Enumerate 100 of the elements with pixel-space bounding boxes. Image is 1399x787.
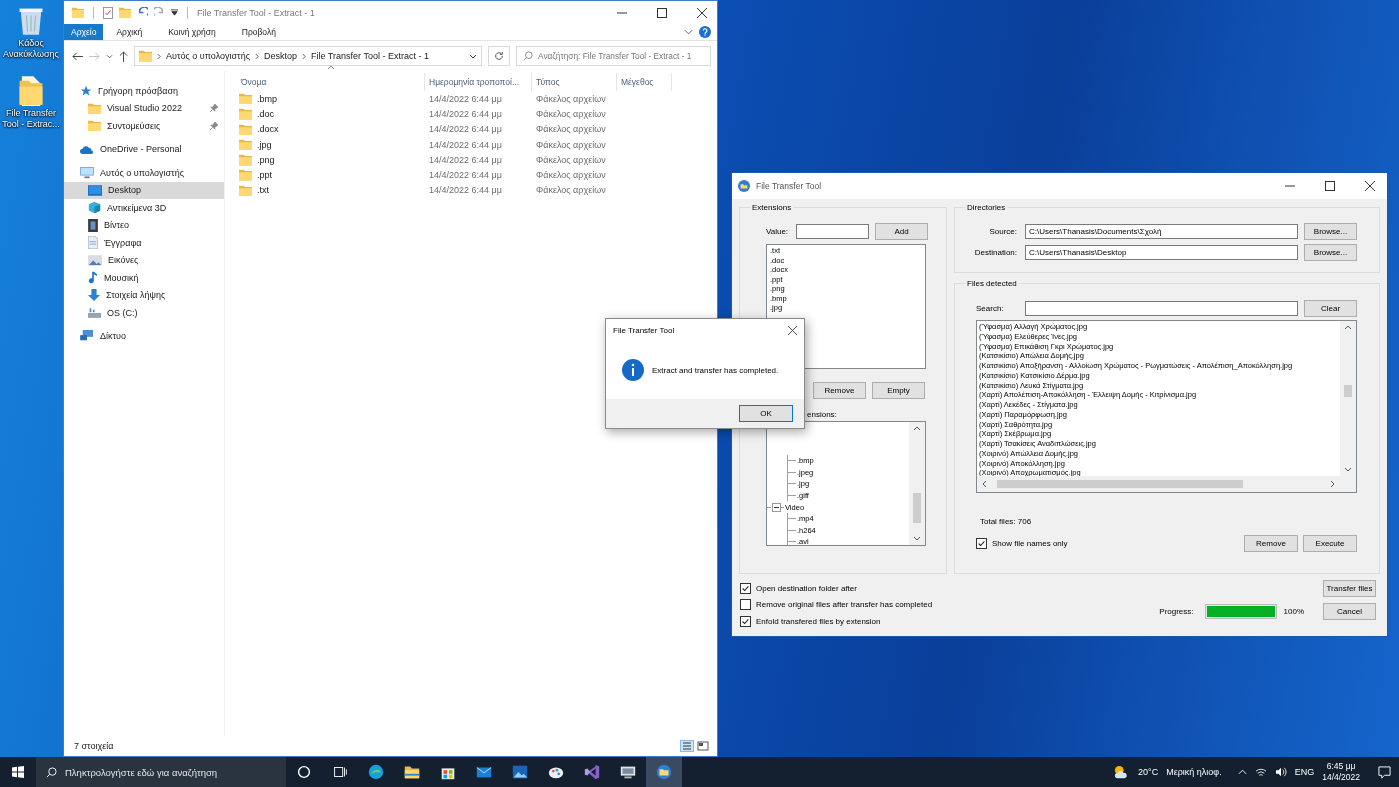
- ok-button[interactable]: OK: [739, 405, 793, 422]
- desktop-icon-label[interactable]: File Transfer Tool - Extrac...: [0, 108, 62, 130]
- nav-item[interactable]: Εικόνες: [64, 251, 224, 269]
- back-arrow-icon[interactable]: [72, 51, 83, 61]
- field-label: Destination:: [973, 247, 1017, 257]
- search-field[interactable]: Αναζήτηση: File Transfer Tool - Extract - 1: [516, 46, 711, 66]
- folder-name[interactable]: .txt: [257, 185, 269, 196]
- action-button[interactable]: Empty: [872, 381, 925, 399]
- browser-icon: [367, 763, 385, 781]
- horizontal-scrollbar[interactable]: [977, 476, 1340, 492]
- input-field[interactable]: [796, 223, 869, 239]
- nav-item[interactable]: Μουσική: [64, 269, 224, 287]
- desktop-icon-label[interactable]: Κάδος Ανακύκλωσης: [0, 38, 62, 60]
- scrollbar-thumb[interactable]: [996, 480, 1243, 488]
- language-indicator[interactable]: ENG: [1294, 767, 1315, 777]
- transfer-button[interactable]: Transfer files: [1323, 580, 1376, 597]
- chevron-icon[interactable]: [302, 52, 307, 60]
- checkbox[interactable]: [976, 538, 987, 549]
- refresh-button[interactable]: [488, 46, 510, 66]
- nav-item[interactable]: Έγγραφα: [64, 234, 224, 252]
- dropdown-caret-icon[interactable]: [469, 53, 477, 59]
- breadcrumb[interactable]: Desktop: [264, 51, 298, 61]
- folder-name[interactable]: .ppt: [257, 170, 272, 181]
- chevron-icon[interactable]: [157, 52, 161, 60]
- table-cell-text: Φάκελος αρχείων: [535, 170, 607, 181]
- folder-name[interactable]: .doc: [257, 108, 274, 119]
- browse-button[interactable]: Browse...: [1304, 243, 1357, 261]
- temperature-text[interactable]: 20°C: [1138, 767, 1159, 777]
- table-cell-text: Φάκελος αρχείων: [535, 154, 607, 165]
- nav-item[interactable]: Στοιχεία λήψης: [64, 286, 224, 304]
- help-icon[interactable]: [699, 26, 711, 38]
- undo-icon[interactable]: [137, 7, 148, 18]
- search-field[interactable]: [1025, 300, 1298, 316]
- vertical-scrollbar[interactable]: [1340, 321, 1356, 476]
- speaker-icon[interactable]: [1274, 767, 1287, 777]
- checkbox[interactable]: [740, 582, 751, 594]
- nav-item[interactable]: Αντικείμενα 3D: [64, 199, 224, 217]
- nav-item[interactable]: OS (C:): [64, 304, 224, 322]
- input-field[interactable]: C:\Users\Thanasis\Desktop: [1025, 244, 1298, 260]
- vertical-scrollbar[interactable]: [909, 422, 925, 545]
- column-header[interactable]: Μέγεθος: [617, 73, 672, 91]
- film-icon: [88, 218, 98, 232]
- weather-text[interactable]: Μερική ηλιοφ.: [1166, 767, 1222, 777]
- folder-name[interactable]: .png: [257, 154, 275, 165]
- action-button[interactable]: Remove: [813, 381, 866, 399]
- folder-icon: [88, 120, 101, 132]
- clear-button[interactable]: Clear: [1304, 299, 1357, 317]
- taskbar-button[interactable]: [646, 757, 682, 787]
- add-button[interactable]: Add: [875, 222, 928, 240]
- nav-item[interactable]: Συντομεύσεις: [64, 117, 224, 135]
- folder-name[interactable]: .bmp: [257, 93, 277, 104]
- scrollbar-thumb[interactable]: [1344, 385, 1352, 398]
- checkbox-label: Enfold transfered files by extension: [756, 616, 881, 626]
- chevron-icon[interactable]: [255, 52, 259, 60]
- wifi-icon[interactable]: [1254, 767, 1267, 777]
- nav-item[interactable]: OneDrive - Personal: [64, 140, 224, 158]
- chevron-icon[interactable]: [684, 29, 693, 35]
- folder-icon[interactable]: [17, 74, 45, 106]
- tiles-view-icon[interactable]: [697, 741, 709, 751]
- close-icon[interactable]: [1365, 181, 1375, 191]
- maximize-icon[interactable]: [1325, 181, 1335, 191]
- folder-name[interactable]: .jpg: [257, 139, 272, 150]
- folder-name[interactable]: .docx: [257, 124, 279, 135]
- ribbon-tab[interactable]: Προβολή: [228, 24, 289, 40]
- caret-icon[interactable]: [171, 9, 178, 16]
- column-header[interactable]: Όνομα: [239, 73, 425, 91]
- ribbon-tab[interactable]: Κοινή χρήση: [155, 24, 229, 40]
- maximize-icon[interactable]: [657, 7, 667, 18]
- collapse-icon[interactable]: [772, 502, 781, 512]
- checkbox[interactable]: [740, 615, 751, 627]
- search-field[interactable]: Πληκτρολογήστε εδώ για αναζήτηση: [36, 757, 286, 787]
- close-icon[interactable]: [788, 325, 797, 335]
- cancel-button[interactable]: Cancel: [1323, 603, 1376, 620]
- browse-button[interactable]: Browse...: [1304, 222, 1357, 240]
- address-bar[interactable]: Αυτός ο υπολογιστής Desktop File Transfer Tool - Extract - 1: [134, 46, 482, 66]
- breadcrumb[interactable]: Αυτός ο υπολογιστής: [166, 51, 250, 61]
- breadcrumb[interactable]: File Transfer Tool - Extract - 1: [311, 51, 429, 61]
- nav-item[interactable]: Γρήγορη πρόσβαση: [64, 82, 224, 100]
- action-button[interactable]: Execute: [1303, 535, 1357, 552]
- ribbon-tab[interactable]: Αρχική: [103, 24, 156, 40]
- checkbox[interactable]: [740, 599, 751, 611]
- column-header[interactable]: Ημερομηνία τροποποί...: [425, 73, 532, 91]
- close-icon[interactable]: [697, 7, 707, 18]
- column-header[interactable]: Τύπος: [532, 73, 617, 91]
- notification-icon[interactable]: [1378, 765, 1391, 779]
- action-button[interactable]: Remove: [1244, 535, 1298, 552]
- nav-item[interactable]: Δίκτυο: [64, 327, 224, 345]
- scrollbar-thumb[interactable]: [913, 493, 921, 524]
- checklist-icon[interactable]: [103, 6, 113, 19]
- windows-logo-icon[interactable]: [12, 766, 24, 778]
- download-arrow-icon: [88, 289, 100, 302]
- clock[interactable]: 6:45 μμ 14/4/2022: [1322, 761, 1360, 783]
- input-field[interactable]: C:\Users\Thanasis\Documents\Σχολή: [1025, 223, 1298, 239]
- up-arrow-icon[interactable]: [119, 50, 128, 62]
- nav-item[interactable]: Visual Studio 2022: [64, 99, 224, 117]
- ribbon-tab[interactable]: Αρχείο: [64, 24, 104, 40]
- list-box[interactable]: [976, 320, 1357, 493]
- nav-item[interactable]: Βίντεο: [64, 216, 224, 234]
- nav-item[interactable]: Αυτός ο υπολογιστής: [64, 164, 224, 182]
- nav-item[interactable]: Desktop: [64, 181, 224, 199]
